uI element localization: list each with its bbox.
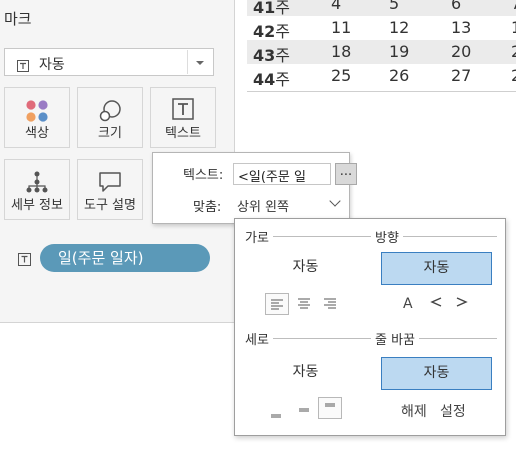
size-tile[interactable]: 크기 [77,87,143,148]
table-cell: 18 [331,42,352,61]
align-center-icon [298,298,310,309]
table-row: 41주 4 5 6 7 [247,0,516,17]
text-label: 텍스트: [183,168,224,183]
table-cell: 20 [451,42,472,61]
alignment-popup: 가로 방향 자동 자동 A 세로 줄 바꿈 자동 자동 해제 설정 [234,218,506,436]
horizontal-label: 가로 [241,227,273,246]
text-tile-label: 텍스트 [165,126,201,141]
mark-type-dropdown[interactable]: 자동 [4,48,214,76]
align-right-button[interactable] [319,293,343,315]
text-mark-icon [17,57,29,76]
color-tile-label: 색상 [25,126,49,141]
edit-text-button[interactable]: ... [335,163,357,185]
marks-title: 마크 [4,10,32,28]
table-row: 42주 11 12 13 1 [247,16,516,41]
table-cell: 7 [511,0,516,13]
mark-type-value: 자동 [39,57,65,73]
text-field[interactable]: <일(주문 일 [233,163,331,185]
size-tile-label: 크기 [98,126,122,141]
text-tile[interactable]: 텍스트 [150,87,216,148]
align-middle-icon [299,408,309,412]
table-cell: 5 [389,0,400,13]
chevron-down-icon[interactable] [187,50,212,74]
align-bottom-icon [271,414,281,418]
table-cell: 19 [389,42,410,61]
wrap-off-button[interactable]: 해제 [401,401,427,421]
direction-label: 방향 [371,227,403,246]
vertical-auto-button[interactable]: 자동 [250,357,361,390]
table-cell: 2 [511,66,516,85]
color-tile[interactable]: 색상 [4,87,70,148]
alignment-label: 맞춤: [193,200,222,215]
text-mark-icon [18,251,31,270]
vertical-label: 세로 [241,329,273,348]
text-settings-popup: 텍스트: <일(주문 일 ... 맞춤: 상위 왼쪽 [152,152,357,224]
table-cell: 27 [451,66,472,85]
field-pill[interactable]: 일(주문 일자) [40,244,210,272]
week-cell: 42주 [253,22,290,41]
align-top-icon [325,403,335,407]
align-right-icon [324,298,336,309]
alignment-dropdown[interactable]: 상위 왼쪽 [233,193,353,217]
table-cell: 26 [389,66,410,85]
chevron-down-icon [329,195,341,207]
align-bottom-button[interactable] [265,401,289,423]
align-center-button[interactable] [293,293,317,315]
detail-tile[interactable]: 세부 정보 [4,159,70,220]
table-cell: 4 [331,0,342,13]
table-divider [247,91,516,92]
align-middle-button[interactable] [293,399,317,421]
table-cell: 12 [389,18,410,37]
direction-down-button[interactable] [456,296,468,312]
section-divider [243,338,497,339]
detail-tile-label: 세부 정보 [11,198,63,213]
align-top-button[interactable] [318,397,342,419]
table-cell: 11 [331,18,352,37]
text-icon [172,98,194,124]
align-left-button[interactable] [265,293,289,315]
direction-auto-button[interactable]: 자동 [381,252,492,285]
table-cell: 6 [451,0,462,13]
week-cell: 44주 [253,70,290,89]
table-cell: 25 [331,66,352,85]
section-divider [243,236,497,237]
align-left-icon [271,299,283,310]
wrap-on-button[interactable]: 설정 [440,401,466,421]
direction-horizontal-button[interactable]: A [403,296,413,312]
week-cell: 43주 [253,46,290,65]
table-cell: 1 [511,18,516,37]
table-row: 43주 18 19 20 2 [247,40,516,65]
horizontal-auto-button[interactable]: 자동 [250,252,361,285]
tooltip-tile-label: 도구 설명 [84,198,136,213]
table-row: 44주 25 26 27 2 [247,64,516,89]
alignment-value: 상위 왼쪽 [237,200,289,215]
wrap-auto-button[interactable]: 자동 [381,357,492,390]
direction-up-button[interactable] [430,296,442,312]
tooltip-tile[interactable]: 도구 설명 [77,159,143,220]
table-cell: 13 [451,18,472,37]
wrap-label: 줄 바꿈 [371,329,420,348]
table-cell: 2 [511,42,516,61]
